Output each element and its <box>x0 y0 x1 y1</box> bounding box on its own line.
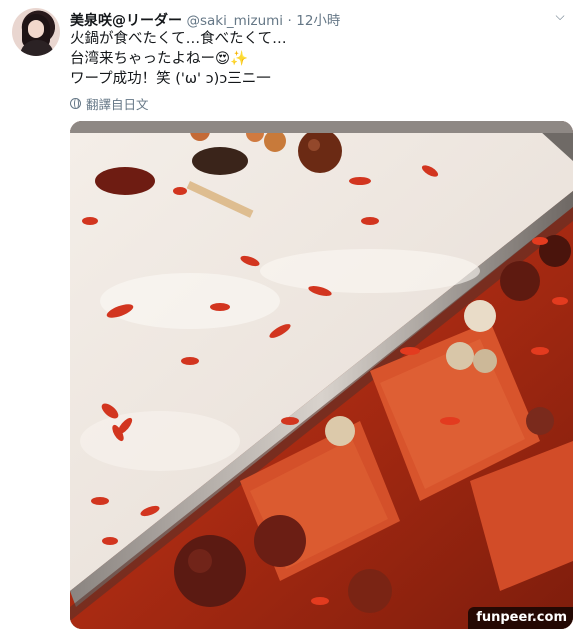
translate-link[interactable]: 翻譯自日文 <box>70 94 149 113</box>
translate-label: 翻譯自日文 <box>86 97 149 112</box>
handle[interactable]: @saki_mizumi <box>186 13 283 29</box>
tweet-line: 火鍋が食べたくて…食べたくて… <box>70 31 287 47</box>
separator: · <box>287 13 292 29</box>
tweet-text: 火鍋が食べたくて…食べたくて… 台湾来ちゃったよねー😍✨ ワープ成功！笑 ('ω… <box>70 29 563 89</box>
timestamp[interactable]: 12小時 <box>296 13 340 29</box>
globe-icon <box>70 98 81 109</box>
display-name[interactable]: 美泉咲@リーダー <box>70 13 182 29</box>
tweet-line: ワープ成功！笑 ('ω' ɔ)ɔ三ニ一 <box>70 71 271 87</box>
tweet-header: 美泉咲@リーダー @saki_mizumi · 12小時 ⌵ <box>70 9 569 29</box>
chevron-down-icon[interactable]: ⌵ <box>551 9 569 27</box>
avatar[interactable] <box>12 8 60 56</box>
watermark: funpeer.com <box>468 607 573 629</box>
tweet-photo[interactable]: funpeer.com <box>70 121 573 629</box>
hotpot-image <box>70 121 573 629</box>
tweet-line: 台湾来ちゃったよねー😍✨ <box>70 51 249 67</box>
